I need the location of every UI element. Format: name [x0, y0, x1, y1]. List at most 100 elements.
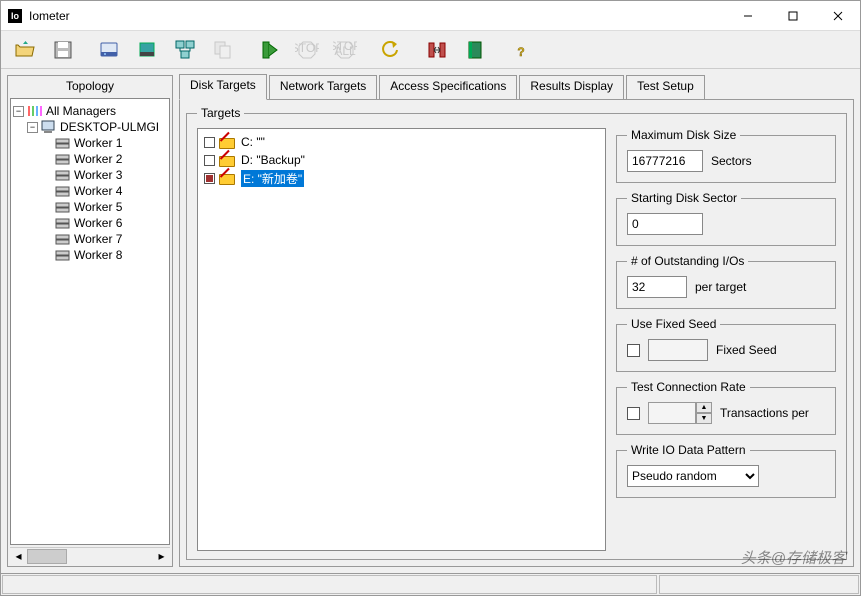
align-button[interactable]: [419, 34, 455, 66]
app-window: Io Iometer STOP STOPALL ? Topology −: [0, 0, 861, 596]
tree-host[interactable]: − DESKTOP-ULMGI: [13, 119, 167, 135]
help-about-button[interactable]: ?: [503, 34, 539, 66]
disk-checkbox[interactable]: [204, 137, 215, 148]
minimize-button[interactable]: [725, 1, 770, 30]
stop-button: STOP: [289, 34, 325, 66]
disk-icon: [55, 184, 71, 198]
field-label: Fixed Seed: [716, 343, 777, 357]
svg-text:STOP: STOP: [295, 41, 319, 55]
fixed-seed-checkbox[interactable]: [627, 344, 640, 357]
computer-icon: [41, 120, 57, 134]
scroll-thumb[interactable]: [27, 549, 67, 564]
disk-list[interactable]: C: "" D: "Backup" E: "新加卷": [197, 128, 606, 551]
tab-disk-targets[interactable]: Disk Targets: [179, 74, 267, 100]
disk-icon: [55, 200, 71, 214]
disk-checkbox[interactable]: [204, 173, 215, 184]
fixed-seed-input: [648, 339, 708, 361]
topology-tree[interactable]: − All Managers − DESKTOP-ULMGI Worker 1W…: [10, 98, 170, 545]
stop-all-button: STOPALL: [327, 34, 363, 66]
disk-icon: [55, 232, 71, 246]
tree-worker[interactable]: Worker 4: [13, 183, 167, 199]
tab-access-specs[interactable]: Access Specifications: [379, 75, 517, 99]
managers-icon: [27, 104, 43, 118]
group-legend: Write IO Data Pattern: [627, 443, 750, 457]
save-button[interactable]: [45, 34, 81, 66]
group-legend: Maximum Disk Size: [627, 128, 740, 142]
tree-worker[interactable]: Worker 1: [13, 135, 167, 151]
tab-results-display[interactable]: Results Display: [519, 75, 624, 99]
expander-icon[interactable]: −: [13, 106, 24, 117]
starting-sector-input[interactable]: [627, 213, 703, 235]
horizontal-scrollbar[interactable]: ◂ ▸: [10, 547, 170, 564]
disk-icon: [55, 168, 71, 182]
open-button[interactable]: [7, 34, 43, 66]
close-button[interactable]: [815, 1, 860, 30]
disk-label: E: "新加卷": [241, 170, 304, 187]
disk-target-row[interactable]: D: "Backup": [200, 151, 603, 169]
tree-label: Worker 8: [74, 248, 122, 262]
disk-target-row[interactable]: E: "新加卷": [200, 169, 603, 187]
maximize-button[interactable]: [770, 1, 815, 30]
spin-up-icon[interactable]: ▲: [696, 402, 712, 413]
titlebar: Io Iometer: [1, 1, 860, 31]
tree-worker[interactable]: Worker 3: [13, 167, 167, 183]
connection-rate-checkbox[interactable]: [627, 407, 640, 420]
statusbar: [1, 573, 860, 595]
expander-icon[interactable]: −: [27, 122, 38, 133]
tab-content: Targets C: "" D: "Backup" E: "新加卷" Maximum…: [179, 99, 854, 567]
disk-icon: [55, 152, 71, 166]
svg-text:?: ?: [517, 45, 524, 59]
unit-label: Sectors: [711, 154, 752, 168]
scroll-right-icon[interactable]: ▸: [153, 549, 170, 564]
group-legend: Test Connection Rate: [627, 380, 750, 394]
tree-worker[interactable]: Worker 6: [13, 215, 167, 231]
disk-icon: [55, 216, 71, 230]
starting-sector-group: Starting Disk Sector: [616, 191, 836, 246]
network-view-button[interactable]: [167, 34, 203, 66]
disk-checkbox[interactable]: [204, 155, 215, 166]
tree-worker[interactable]: Worker 5: [13, 199, 167, 215]
reset-button[interactable]: [373, 34, 409, 66]
fixed-seed-group: Use Fixed Seed Fixed Seed: [616, 317, 836, 372]
outstanding-ios-group: # of Outstanding I/Os per target: [616, 254, 836, 309]
disk-label: D: "Backup": [241, 153, 305, 167]
unit-label: per target: [695, 280, 746, 294]
tab-network-targets[interactable]: Network Targets: [269, 75, 377, 99]
disk-target-row[interactable]: C: "": [200, 133, 603, 151]
tree-root[interactable]: − All Managers: [13, 103, 167, 119]
disk-icon: [55, 136, 71, 150]
status-cell: [659, 575, 859, 594]
window-title: Iometer: [29, 9, 725, 23]
group-legend: # of Outstanding I/Os: [627, 254, 748, 268]
drive-icon: [219, 154, 237, 166]
tree-worker[interactable]: Worker 7: [13, 231, 167, 247]
tree-label: Worker 5: [74, 200, 122, 214]
tab-test-setup[interactable]: Test Setup: [626, 75, 705, 99]
main-panel: Disk Targets Network Targets Access Spec…: [179, 75, 854, 567]
start-button[interactable]: [251, 34, 287, 66]
outstanding-ios-input[interactable]: [627, 276, 687, 298]
topology-panel: Topology − All Managers − DESKTOP-ULMGI …: [7, 75, 173, 567]
group-legend: Starting Disk Sector: [627, 191, 741, 205]
disk-config-button[interactable]: [91, 34, 127, 66]
max-disk-size-group: Maximum Disk Size Sectors: [616, 128, 836, 183]
drive-icon: [219, 172, 237, 184]
help-book-button[interactable]: [457, 34, 493, 66]
toolbar: STOP STOPALL ?: [1, 31, 860, 69]
nic-config-button[interactable]: [129, 34, 165, 66]
field-label: Transactions per: [720, 406, 809, 420]
write-pattern-group: Write IO Data Pattern Pseudo random: [616, 443, 836, 498]
max-disk-size-input[interactable]: [627, 150, 703, 172]
scroll-left-icon[interactable]: ◂: [10, 549, 27, 564]
connection-rate-spinner: ▲▼: [648, 402, 712, 424]
tree-worker[interactable]: Worker 8: [13, 247, 167, 263]
targets-legend: Targets: [197, 106, 244, 120]
write-pattern-select[interactable]: Pseudo random: [627, 465, 759, 487]
tree-label: DESKTOP-ULMGI: [60, 120, 159, 134]
tree-label: Worker 4: [74, 184, 122, 198]
settings-column: Maximum Disk Size Sectors Starting Disk …: [616, 128, 836, 551]
status-cell: [2, 575, 657, 594]
tree-worker[interactable]: Worker 2: [13, 151, 167, 167]
spin-down-icon[interactable]: ▼: [696, 413, 712, 424]
tree-label: Worker 2: [74, 152, 122, 166]
